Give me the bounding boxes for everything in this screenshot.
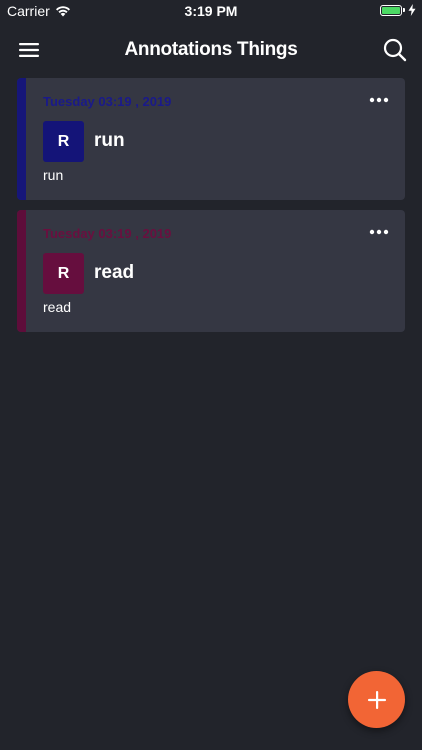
search-icon bbox=[383, 38, 407, 62]
page-title: Annotations Things bbox=[124, 39, 298, 60]
note-card[interactable]: Tuesday 03:19 , 2019 R run run bbox=[17, 78, 405, 200]
note-title: read bbox=[94, 262, 135, 283]
note-avatar: R bbox=[43, 253, 84, 294]
note-accent-bar bbox=[17, 78, 26, 200]
status-time: 3:19 PM bbox=[184, 3, 238, 19]
battery-icon bbox=[380, 4, 405, 16]
more-options-button[interactable] bbox=[367, 90, 391, 110]
note-avatar: R bbox=[43, 121, 84, 162]
note-body: read bbox=[43, 299, 72, 315]
note-date: Tuesday 03:19 , 2019 bbox=[43, 94, 172, 109]
battery-fill bbox=[382, 6, 400, 14]
note-body: run bbox=[43, 167, 64, 183]
note-date: Tuesday 03:19 , 2019 bbox=[43, 226, 172, 241]
plus-icon bbox=[367, 690, 386, 709]
more-options-button[interactable] bbox=[367, 222, 391, 242]
search-button[interactable] bbox=[380, 35, 410, 65]
battery-indicator bbox=[380, 4, 416, 16]
note-title: run bbox=[94, 130, 125, 151]
note-accent-bar bbox=[17, 210, 26, 332]
more-horizontal-icon bbox=[369, 229, 389, 235]
charging-bolt-icon bbox=[408, 4, 416, 16]
add-note-button[interactable] bbox=[348, 671, 405, 728]
navigation-bar: Annotations Things bbox=[0, 26, 422, 74]
more-horizontal-icon bbox=[369, 97, 389, 103]
note-card[interactable]: Tuesday 03:19 , 2019 R read read bbox=[17, 210, 405, 332]
status-bar: Carrier 3:19 PM bbox=[0, 0, 422, 22]
